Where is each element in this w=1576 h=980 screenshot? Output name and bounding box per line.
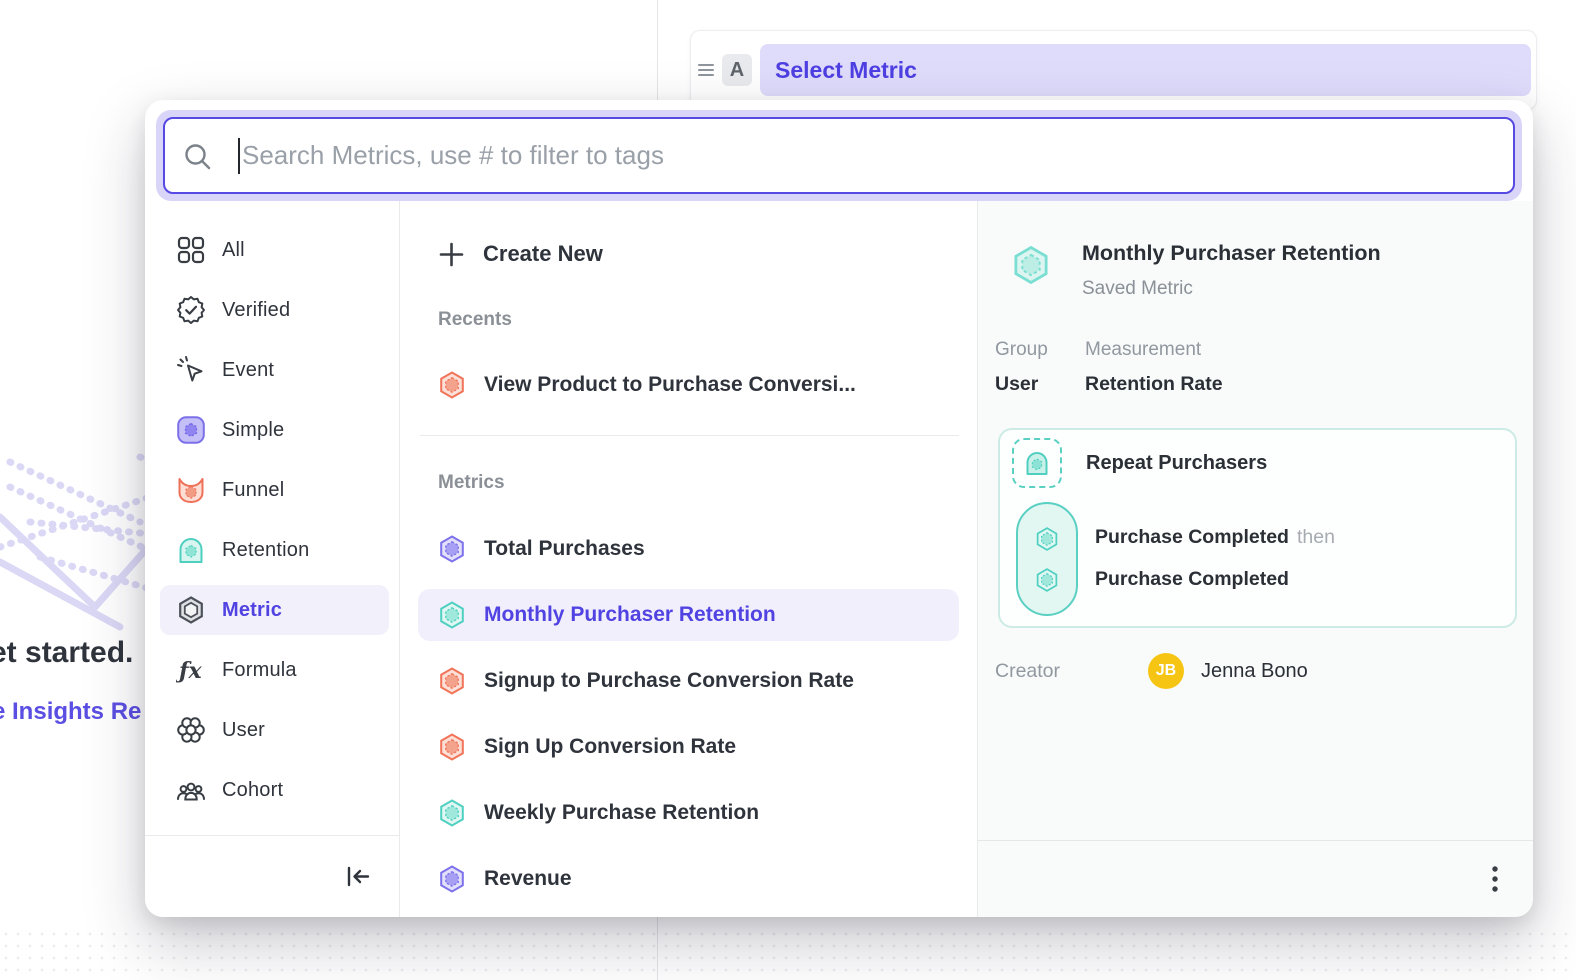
sidebar-item-all[interactable]: All bbox=[160, 225, 389, 275]
metric-icon bbox=[176, 595, 206, 625]
hexagon-icon bbox=[1034, 567, 1060, 593]
saved-metric-hexagon-icon bbox=[1010, 243, 1052, 287]
creator-name: Jenna Bono bbox=[1201, 660, 1308, 683]
event-icon bbox=[176, 355, 206, 385]
creator-label: Creator bbox=[995, 660, 1148, 683]
measurement-label: Measurement bbox=[1085, 339, 1223, 361]
sidebar-footer bbox=[145, 835, 399, 917]
select-metric-button[interactable]: Select Metric bbox=[760, 44, 1531, 96]
retention-definition-icon bbox=[1012, 438, 1062, 488]
svg-text:ƒx: ƒx bbox=[176, 658, 202, 684]
grid-icon bbox=[176, 235, 206, 265]
hexagon-icon bbox=[437, 600, 467, 630]
retention-step-1: Purchase Completed then bbox=[1095, 516, 1335, 558]
create-new-button[interactable]: Create New bbox=[418, 227, 959, 281]
hexagon-icon bbox=[437, 370, 467, 400]
sidebar-item-formula[interactable]: ƒx Formula bbox=[160, 645, 389, 695]
recents-section-header: Recents bbox=[438, 309, 959, 333]
cohort-icon bbox=[176, 775, 206, 805]
background-insights-report-link[interactable]: e Insights Re bbox=[0, 698, 141, 726]
search-input[interactable] bbox=[242, 140, 1495, 171]
more-options-button[interactable] bbox=[1491, 865, 1499, 893]
detail-title: Monthly Purchaser Retention bbox=[1082, 241, 1381, 266]
metric-item-monthly-purchaser-retention[interactable]: Monthly Purchaser Retention bbox=[418, 589, 959, 641]
metric-definition-card: Repeat Purchasers bbox=[998, 428, 1517, 628]
measurement-value: Retention Rate bbox=[1085, 373, 1223, 396]
sidebar-item-simple[interactable]: Simple bbox=[160, 405, 389, 455]
hexagon-icon bbox=[437, 798, 467, 828]
text-cursor bbox=[238, 138, 240, 174]
funnel-icon bbox=[176, 475, 206, 505]
kebab-menu-icon bbox=[1491, 865, 1499, 893]
metric-item-weekly-purchase-retention[interactable]: Weekly Purchase Retention bbox=[418, 787, 959, 839]
definition-name: Repeat Purchasers bbox=[1086, 452, 1267, 475]
simple-icon bbox=[176, 415, 206, 445]
detail-subtitle: Saved Metric bbox=[1082, 278, 1381, 300]
sidebar-item-event[interactable]: Event bbox=[160, 345, 389, 395]
hexagon-icon bbox=[437, 732, 467, 762]
collapse-sidebar-button[interactable] bbox=[342, 860, 374, 893]
retention-icon bbox=[176, 535, 206, 565]
creator-row: Creator JB Jenna Bono bbox=[995, 653, 1308, 689]
collapse-left-icon bbox=[342, 860, 374, 893]
metric-item-revenue[interactable]: Revenue bbox=[418, 853, 959, 905]
metric-row-letter-badge: A bbox=[722, 54, 752, 86]
metric-detail-panel: Monthly Purchaser Retention Saved Metric… bbox=[978, 201, 1533, 917]
sidebar-item-metric[interactable]: Metric bbox=[160, 585, 389, 635]
detail-footer bbox=[978, 840, 1533, 917]
background-partial-heading: et started. bbox=[0, 636, 133, 670]
retention-steps-capsule bbox=[1016, 502, 1078, 616]
metrics-section-header: Metrics bbox=[438, 472, 959, 496]
plus-icon bbox=[438, 241, 465, 268]
user-icon bbox=[176, 715, 206, 745]
drag-handle-icon[interactable] bbox=[698, 61, 714, 79]
sidebar-item-retention[interactable]: Retention bbox=[160, 525, 389, 575]
verified-icon bbox=[176, 295, 206, 325]
sidebar-item-cohort[interactable]: Cohort bbox=[160, 765, 389, 815]
formula-icon: ƒx bbox=[176, 655, 206, 685]
detail-meta: Group User Measurement Retention Rate bbox=[995, 339, 1245, 396]
sidebar-item-user[interactable]: User bbox=[160, 705, 389, 755]
metric-item-total-purchases[interactable]: Total Purchases bbox=[418, 523, 959, 575]
metric-list-column: Create New Recents View Product to Purch… bbox=[400, 201, 978, 917]
sidebar-item-verified[interactable]: Verified bbox=[160, 285, 389, 335]
category-sidebar: All Verified bbox=[145, 201, 400, 917]
retention-step-2: Purchase Completed bbox=[1095, 558, 1335, 600]
hexagon-icon bbox=[437, 864, 467, 894]
list-divider bbox=[420, 435, 959, 436]
background-dot-grid bbox=[0, 928, 1576, 980]
metric-item-signup-to-purchase-conversion-rate[interactable]: Signup to Purchase Conversion Rate bbox=[418, 655, 959, 707]
sidebar-item-funnel[interactable]: Funnel bbox=[160, 465, 389, 515]
hexagon-icon bbox=[1034, 526, 1060, 552]
detail-header: Monthly Purchaser Retention Saved Metric bbox=[1010, 241, 1381, 300]
hexagon-icon bbox=[437, 534, 467, 564]
search-field[interactable] bbox=[163, 117, 1515, 194]
hexagon-icon bbox=[437, 666, 467, 696]
page: et started. e Insights Re A Select Metri… bbox=[0, 0, 1576, 980]
metric-row-card: A Select Metric bbox=[690, 30, 1537, 110]
creator-avatar: JB bbox=[1148, 653, 1184, 689]
group-label: Group bbox=[995, 339, 1063, 361]
metric-item-sign-up-conversion-rate[interactable]: Sign Up Conversion Rate bbox=[418, 721, 959, 773]
recent-item-view-product-to-purchase-conversion[interactable]: View Product to Purchase Conversi... bbox=[418, 359, 959, 411]
select-metric-label: Select Metric bbox=[775, 57, 917, 84]
metric-selector-modal: All Verified bbox=[145, 100, 1533, 917]
group-value: User bbox=[995, 373, 1063, 396]
search-icon bbox=[183, 142, 211, 170]
search-focus-halo bbox=[156, 110, 1522, 201]
